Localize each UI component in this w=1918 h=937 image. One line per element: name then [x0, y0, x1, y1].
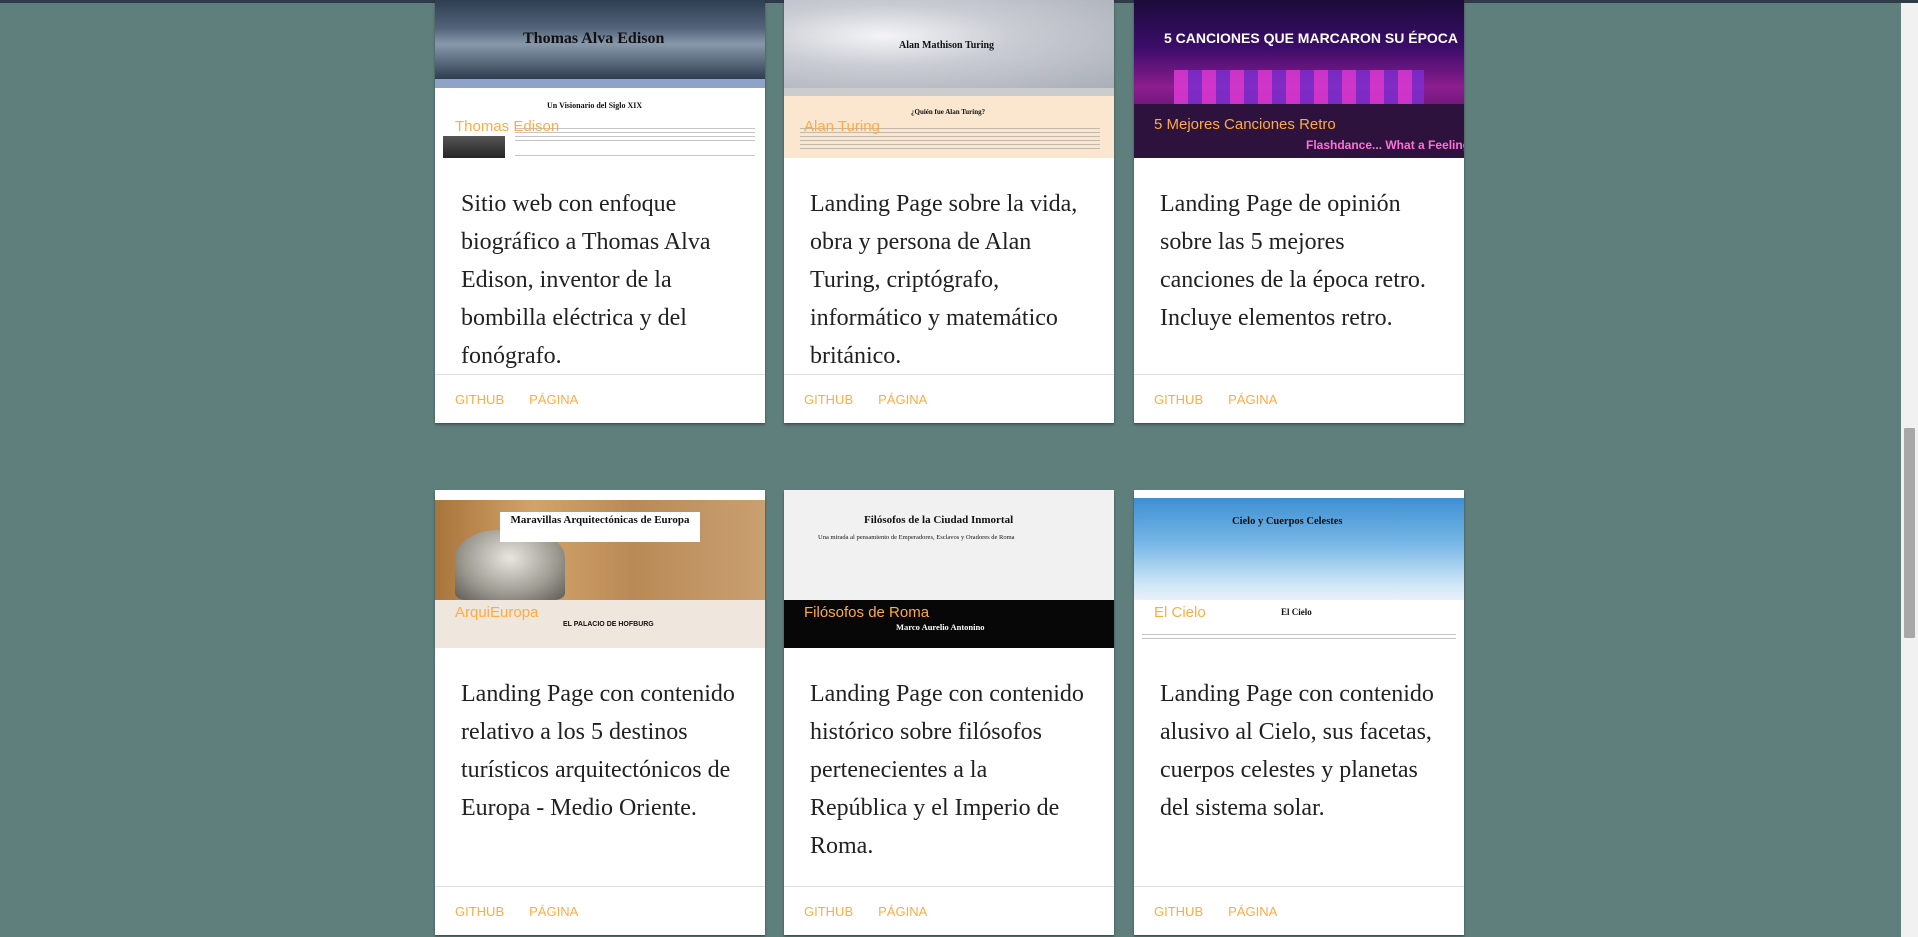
mock-subheading: ¿Quién fue Alan Turing?: [911, 108, 986, 116]
card-description: Landing Page con contenido alusivo al Ci…: [1160, 681, 1434, 821]
card-description: Landing Page sobre la vida, obra y perso…: [810, 191, 1078, 369]
mock-hero: [1134, 498, 1464, 600]
mock-subheading: EL PALACIO DE HOFBURG: [563, 621, 654, 628]
project-card-arquieuropa: Maravillas Arquitectónicas de Europa EL …: [435, 490, 765, 935]
project-card-edison: Thomas Alva Edison Un Visionario del Sig…: [435, 0, 765, 423]
card-actions: GITHUB PÁGINA: [435, 374, 765, 423]
github-link[interactable]: GITHUB: [804, 392, 853, 407]
mock-heading: Cielo y Cuerpos Celestes: [1232, 516, 1343, 527]
card-image-title: ArquiEuropa: [455, 604, 539, 621]
card-actions: GITHUB PÁGINA: [1134, 374, 1464, 423]
mock-subheading: Una mirada al pensamiento de Emperadores…: [818, 534, 1015, 541]
card-actions: GITHUB PÁGINA: [435, 886, 765, 935]
project-card-cielo: Cielo y Cuerpos Celestes El Cielo El Cie…: [1134, 490, 1464, 935]
mock-dance-floor: [1174, 70, 1424, 104]
card-description: Sitio web con enfoque biográfico a Thoma…: [461, 191, 711, 369]
mock-text-lines: [1142, 634, 1456, 642]
project-screenshot[interactable]: Alan Mathison Turing ¿Quién fue Alan Tur…: [784, 0, 1114, 158]
github-link[interactable]: GITHUB: [455, 392, 504, 407]
github-link[interactable]: GITHUB: [455, 904, 504, 919]
mock-heading: 5 CANCIONES QUE MARCARON SU ÉPOCA: [1164, 30, 1459, 46]
page-link[interactable]: PÁGINA: [1228, 392, 1277, 407]
page-link[interactable]: PÁGINA: [1228, 904, 1277, 919]
project-screenshot[interactable]: Cielo y Cuerpos Celestes El Cielo El Cie…: [1134, 490, 1464, 648]
page-link[interactable]: PÁGINA: [878, 392, 927, 407]
card-image-title: El Cielo: [1154, 604, 1206, 621]
github-link[interactable]: GITHUB: [804, 904, 853, 919]
project-screenshot[interactable]: Thomas Alva Edison Un Visionario del Sig…: [435, 0, 765, 158]
mock-caption: Marco Aurelio Antonino: [896, 622, 985, 632]
mock-subheading: Un Visionario del Siglo XIX: [547, 101, 643, 110]
github-link[interactable]: GITHUB: [1154, 904, 1203, 919]
mock-hero: [784, 490, 1114, 600]
mock-nav: [784, 88, 1114, 96]
project-card-turing: Alan Mathison Turing ¿Quién fue Alan Tur…: [784, 0, 1114, 423]
card-image-title: Filósofos de Roma: [804, 604, 930, 621]
project-screenshot[interactable]: Maravillas Arquitectónicas de Europa EL …: [435, 490, 765, 648]
mock-heading: Thomas Alva Edison: [523, 30, 665, 47]
card-actions: GITHUB PÁGINA: [1134, 886, 1464, 935]
mock-heading: Alan Mathison Turing: [899, 40, 995, 51]
project-card-retro: 5 CANCIONES QUE MARCARON SU ÉPOCA Flashd…: [1134, 0, 1464, 423]
scrollbar-thumb[interactable]: [1904, 428, 1915, 638]
portrait-image: [443, 136, 505, 158]
card-image-title: Thomas Edison: [455, 118, 560, 135]
card-description: Landing Page con contenido relativo a lo…: [461, 681, 735, 821]
card-description: Landing Page con contenido histórico sob…: [810, 681, 1084, 859]
mock-nav: [435, 79, 765, 88]
page-link[interactable]: PÁGINA: [529, 392, 578, 407]
mock-nav: [435, 490, 765, 500]
page-link[interactable]: PÁGINA: [529, 904, 578, 919]
mock-subheading: Flashdance... What a Feeling: [1306, 138, 1464, 152]
page-link[interactable]: PÁGINA: [878, 904, 927, 919]
mock-heading: Maravillas Arquitectónicas de Europa: [510, 514, 690, 526]
card-description: Landing Page de opinión sobre las 5 mejo…: [1160, 191, 1426, 331]
mock-heading: Filósofos de la Ciudad Inmortal: [864, 514, 1014, 526]
card-actions: GITHUB PÁGINA: [784, 374, 1114, 423]
mock-text-lines: [515, 155, 755, 158]
card-image-title: 5 Mejores Canciones Retro: [1154, 116, 1336, 133]
mock-subheading: El Cielo: [1281, 607, 1312, 617]
card-actions: GITHUB PÁGINA: [784, 886, 1114, 935]
page-scrollbar[interactable]: [1901, 3, 1918, 937]
card-image-title: Alan Turing: [804, 118, 880, 135]
project-screenshot[interactable]: 5 CANCIONES QUE MARCARON SU ÉPOCA Flashd…: [1134, 0, 1464, 158]
project-screenshot[interactable]: Filósofos de la Ciudad Inmortal Una mira…: [784, 490, 1114, 648]
project-card-roma: Filósofos de la Ciudad Inmortal Una mira…: [784, 490, 1114, 935]
github-link[interactable]: GITHUB: [1154, 392, 1203, 407]
